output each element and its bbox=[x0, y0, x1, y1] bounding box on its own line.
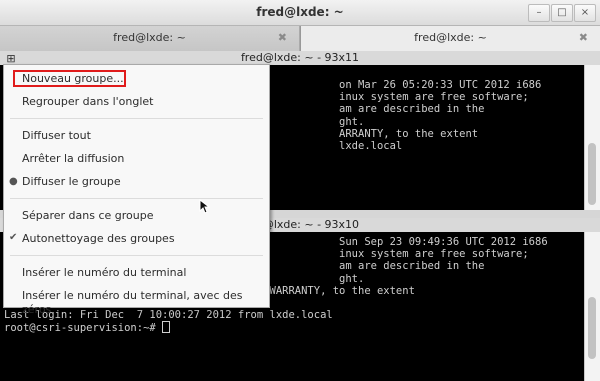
group-context-menu: Nouveau groupe... Regrouper dans l'ongle… bbox=[3, 64, 270, 316]
menu-separator bbox=[10, 118, 263, 119]
text-cursor bbox=[162, 321, 171, 334]
close-window-button[interactable]: × bbox=[574, 4, 596, 22]
window-title: fred@lxde: ~ bbox=[256, 5, 344, 19]
menu-item-insert-padded-terminal-number[interactable]: Insérer le numéro du terminal, avec des … bbox=[22, 289, 269, 317]
bottom-scrollbar-thumb[interactable] bbox=[588, 297, 596, 359]
top-scrollbar[interactable] bbox=[584, 65, 600, 210]
tab-2[interactable]: fred@lxde: ~ ✖ bbox=[300, 26, 600, 51]
tab-1-label: fred@lxde: ~ bbox=[113, 31, 186, 44]
radio-dot-icon: ● bbox=[9, 176, 18, 187]
window-titlebar: fred@lxde: ~ – □ × bbox=[0, 0, 600, 26]
menu-item-broadcast-all[interactable]: Diffuser tout bbox=[22, 129, 91, 143]
check-icon: ✔ bbox=[9, 232, 18, 243]
tab-1-close-icon[interactable]: ✖ bbox=[278, 26, 287, 50]
window-buttons: – □ × bbox=[528, 4, 596, 22]
tab-bar: fred@lxde: ~ ✖ fred@lxde: ~ ✖ bbox=[0, 26, 600, 51]
menu-item-regroup-tab[interactable]: Regrouper dans l'onglet bbox=[22, 95, 153, 109]
menu-item-stop-broadcast[interactable]: Arrêter la diffusion bbox=[22, 152, 124, 166]
top-scrollbar-thumb[interactable] bbox=[588, 143, 596, 205]
menu-item-new-group[interactable]: Nouveau groupe... bbox=[22, 72, 124, 86]
top-pane-title: fred@lxde: ~ - 93x11 bbox=[0, 51, 600, 65]
bottom-scrollbar[interactable] bbox=[584, 232, 600, 381]
tab-2-close-icon[interactable]: ✖ bbox=[579, 26, 588, 50]
terminal-prompt: root@csri-supervision:~# bbox=[4, 322, 163, 335]
tab-2-label: fred@lxde: ~ bbox=[414, 31, 487, 44]
menu-item-insert-terminal-number[interactable]: Insérer le numéro du terminal bbox=[22, 266, 186, 280]
menu-separator bbox=[10, 198, 263, 199]
maximize-button[interactable]: □ bbox=[551, 4, 573, 22]
menu-item-autoclean-groups[interactable]: Autonettoyage des groupes bbox=[22, 232, 175, 246]
menu-item-broadcast-group[interactable]: Diffuser le groupe bbox=[22, 175, 121, 189]
mouse-pointer-icon bbox=[199, 199, 211, 214]
minimize-button[interactable]: – bbox=[528, 4, 550, 22]
tab-1[interactable]: fred@lxde: ~ ✖ bbox=[0, 26, 300, 51]
terminal-prompt-line: root@csri-supervision:~# bbox=[4, 321, 584, 334]
menu-separator bbox=[10, 255, 263, 256]
menu-item-split-group[interactable]: Séparer dans ce groupe bbox=[22, 209, 154, 223]
